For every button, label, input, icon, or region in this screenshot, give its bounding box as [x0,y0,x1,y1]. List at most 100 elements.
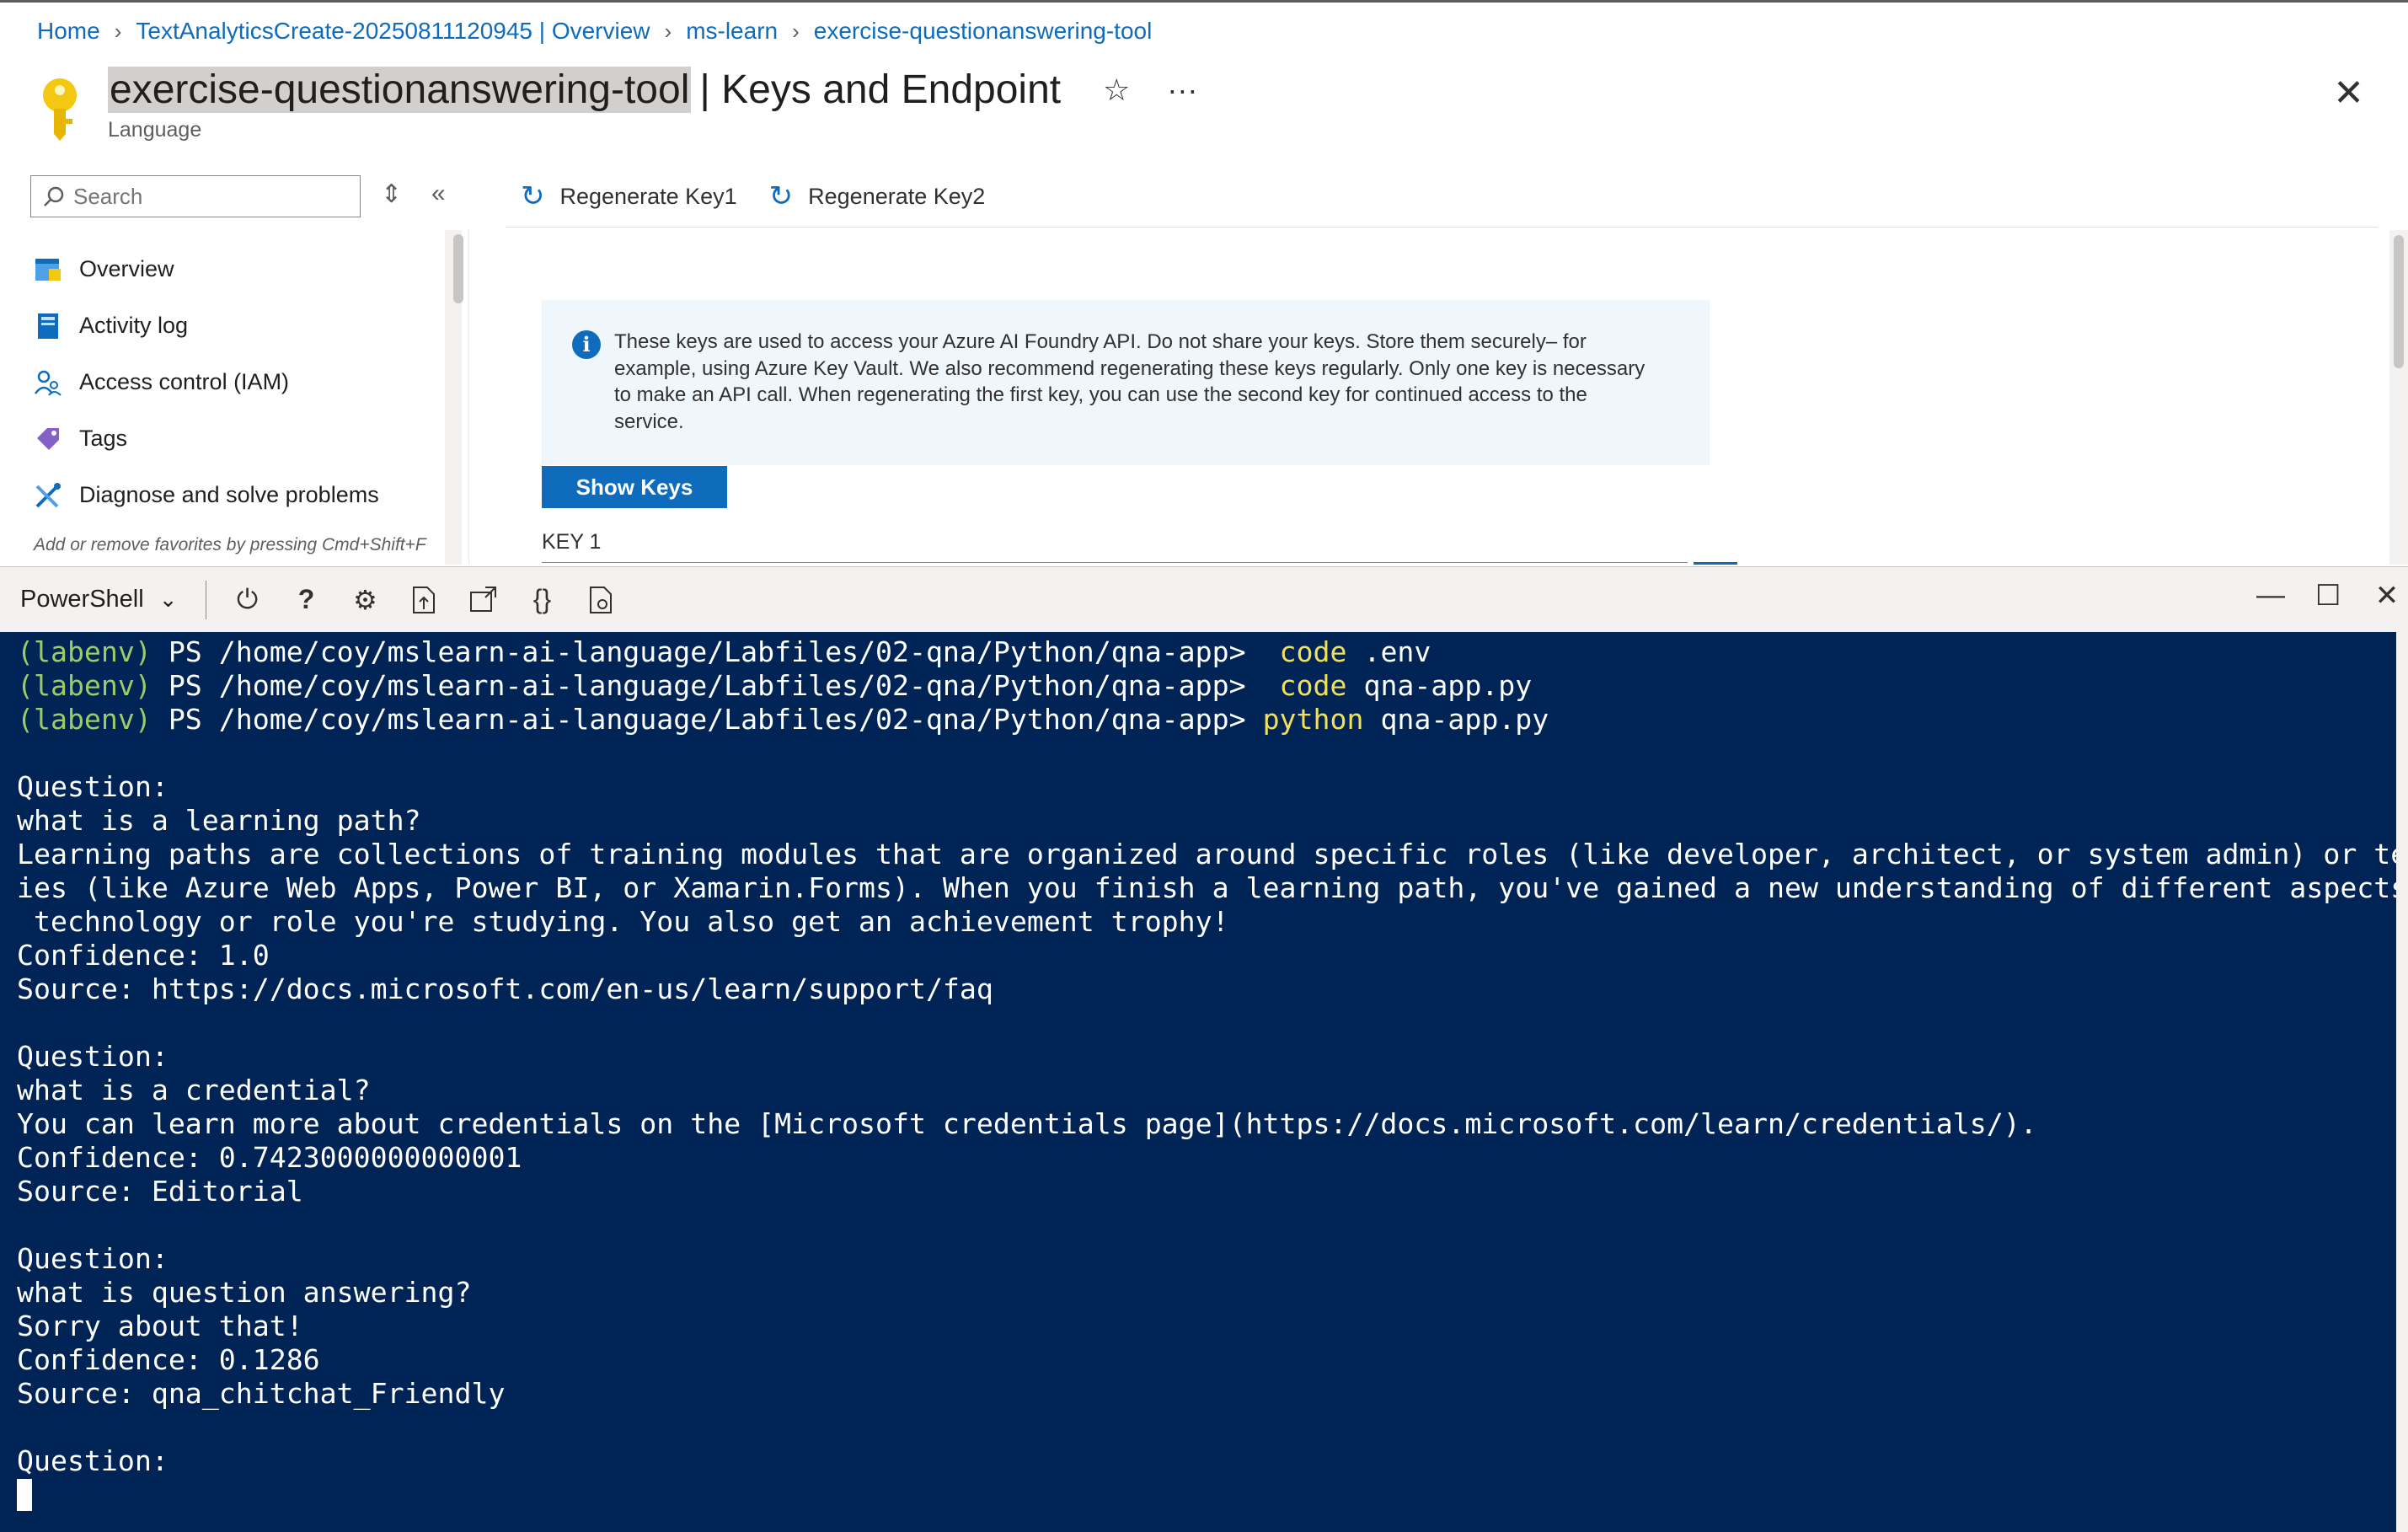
sidebar-item-activity-log[interactable]: Activity log [34,297,438,354]
editor-braces-icon[interactable]: {} [527,584,557,615]
terminal-text: technology or role you're studying. You … [17,905,1229,938]
upload-download-icon[interactable] [409,586,439,614]
terminal-text: Confidence: 0.7423000000000001 [17,1141,522,1174]
terminal-text: Question: [17,1242,169,1275]
shell-type-select[interactable]: PowerShell ⌄ [20,586,177,613]
key1-field[interactable] [542,562,1688,565]
copy-key1-button[interactable] [1694,562,1737,565]
terminal-text: (labenv) [17,635,169,668]
terminal-text: Confidence: 0.1286 [17,1343,320,1376]
refresh-icon: ↻ [768,180,794,212]
sidebar-item-tags[interactable]: Tags [34,410,438,467]
iam-icon [34,368,62,397]
minimize-icon[interactable]: — [2256,579,2285,613]
breadcrumb-ms-learn[interactable]: ms-learn [686,18,778,45]
terminal-line: Source: qna_chitchat_Friendly [17,1377,2408,1411]
terminal-text: python [1262,703,1364,736]
overview-icon [34,255,62,284]
sidebar-item-diagnose[interactable]: Diagnose and solve problems [34,467,438,523]
maximize-icon[interactable]: ☐ [2315,579,2341,613]
info-line: example, using Azure Key Vault. We also … [614,356,1645,380]
terminal-text: PS /home/coy/mslearn-ai-language/Labfile… [168,669,1263,702]
expand-collapse-icon[interactable]: ⇕ [381,179,402,209]
terminal-line: Question: [17,770,2408,804]
sidebar-item-label: Access control (IAM) [79,369,290,394]
info-banner: i These keys are used to access your Azu… [542,300,1710,465]
sidebar-search-box[interactable] [30,175,361,217]
terminal-line: Confidence: 1.0 [17,939,2408,972]
terminal-line: Confidence: 0.7423000000000001 [17,1141,2408,1175]
resize-handle-icon[interactable]: ··· [1201,557,1224,565]
terminal-line: what is a credential? [17,1074,2408,1107]
terminal-text: qna-app.py [1363,703,1549,736]
terminal-line: (labenv) PS /home/coy/mslearn-ai-languag… [17,669,2408,703]
terminal-text: Source: Editorial [17,1175,303,1208]
terminal-scrollbar[interactable] [2396,632,2408,1532]
show-keys-button[interactable]: Show Keys [542,466,727,508]
key1-label: KEY 1 [542,530,602,554]
sidebar-item-label: Activity log [79,313,189,338]
regenerate-key1-button[interactable]: ↻ Regenerate Key1 [521,179,737,213]
chevron-right-icon: › [792,18,800,44]
terminal-line: Confidence: 0.1286 [17,1343,2408,1377]
terminal-text: Learning paths are collections of traini… [17,838,2408,870]
sidebar-item-overview[interactable]: Overview [34,241,438,297]
close-shell-icon[interactable]: ✕ [2374,579,2400,613]
terminal-text: ies (like Azure Web Apps, Power BI, or X… [17,871,2408,904]
breadcrumb-resource[interactable]: exercise-questionanswering-tool [814,18,1153,45]
sidebar-item-access-control[interactable]: Access control (IAM) [34,354,438,410]
sidebar-divider [468,230,469,565]
more-options-icon[interactable]: ··· [1167,72,1197,108]
regenerate-key1-label: Regenerate Key1 [559,183,737,209]
terminal-text: what is question answering? [17,1276,472,1309]
breadcrumb-text-analytics-overview[interactable]: TextAnalyticsCreate-20250811120945 | Ove… [136,18,650,45]
close-icon[interactable]: ✕ [2333,72,2364,115]
terminal-text: .env [1346,635,1431,668]
terminal-text: code [1262,635,1347,668]
collapse-sidebar-icon[interactable]: « [431,179,446,208]
favorites-hint: Add or remove favorites by pressing Cmd+… [34,535,426,554]
terminal-line: Learning paths are collections of traini… [17,838,2408,871]
wrench-icon [34,481,62,510]
terminal-text: (labenv) [17,703,169,736]
key-icon [43,78,77,141]
terminal-text: Confidence: 1.0 [17,939,270,972]
power-icon[interactable]: ⏻ [232,584,262,616]
command-bar: ↻ Regenerate Key1 ↻ Regenerate Key2 [521,179,1017,213]
regenerate-key2-label: Regenerate Key2 [808,183,986,209]
terminal-input-line[interactable] [17,1478,2408,1512]
refresh-icon: ↻ [521,180,545,212]
terminal-output[interactable]: (labenv) PS /home/coy/mslearn-ai-languag… [0,632,2408,1532]
info-icon: i [572,330,601,359]
terminal-line: what is a learning path? [17,804,2408,838]
settings-icon[interactable]: ⚙ [350,584,380,616]
sidebar-item-label: Tags [79,426,128,451]
star-favorite-icon[interactable]: ☆ [1103,72,1130,108]
terminal-text: qna-app.py [1346,669,1533,702]
page-subtitle: Language [108,118,202,142]
open-new-session-icon[interactable] [468,586,498,614]
terminal-line: ies (like Azure Web Apps, Power BI, or X… [17,871,2408,905]
terminal-text: code [1262,669,1347,702]
terminal-text: PS /home/coy/mslearn-ai-language/Labfile… [168,703,1263,736]
terminal-text: PS /home/coy/mslearn-ai-language/Labfile… [168,635,1263,668]
preview-port-icon[interactable] [586,586,616,614]
terminal-line: Source: https://docs.microsoft.com/en-us… [17,972,2408,1006]
toolbar-divider [506,227,2378,228]
search-input[interactable] [73,183,343,210]
regenerate-key2-button[interactable]: ↻ Regenerate Key2 [769,179,986,213]
sidebar-scrollbar-thumb[interactable] [453,234,463,303]
terminal-text: what is a learning path? [17,804,421,837]
terminal-line: Question: [17,1040,2408,1074]
breadcrumb-home[interactable]: Home [37,18,100,45]
terminal-line: Sorry about that! [17,1310,2408,1343]
terminal-text: Question: [17,770,169,803]
content-scrollbar-thumb[interactable] [2394,235,2404,368]
help-icon[interactable]: ? [291,584,321,615]
activity-log-icon [34,312,62,340]
info-line: service. [614,410,684,433]
